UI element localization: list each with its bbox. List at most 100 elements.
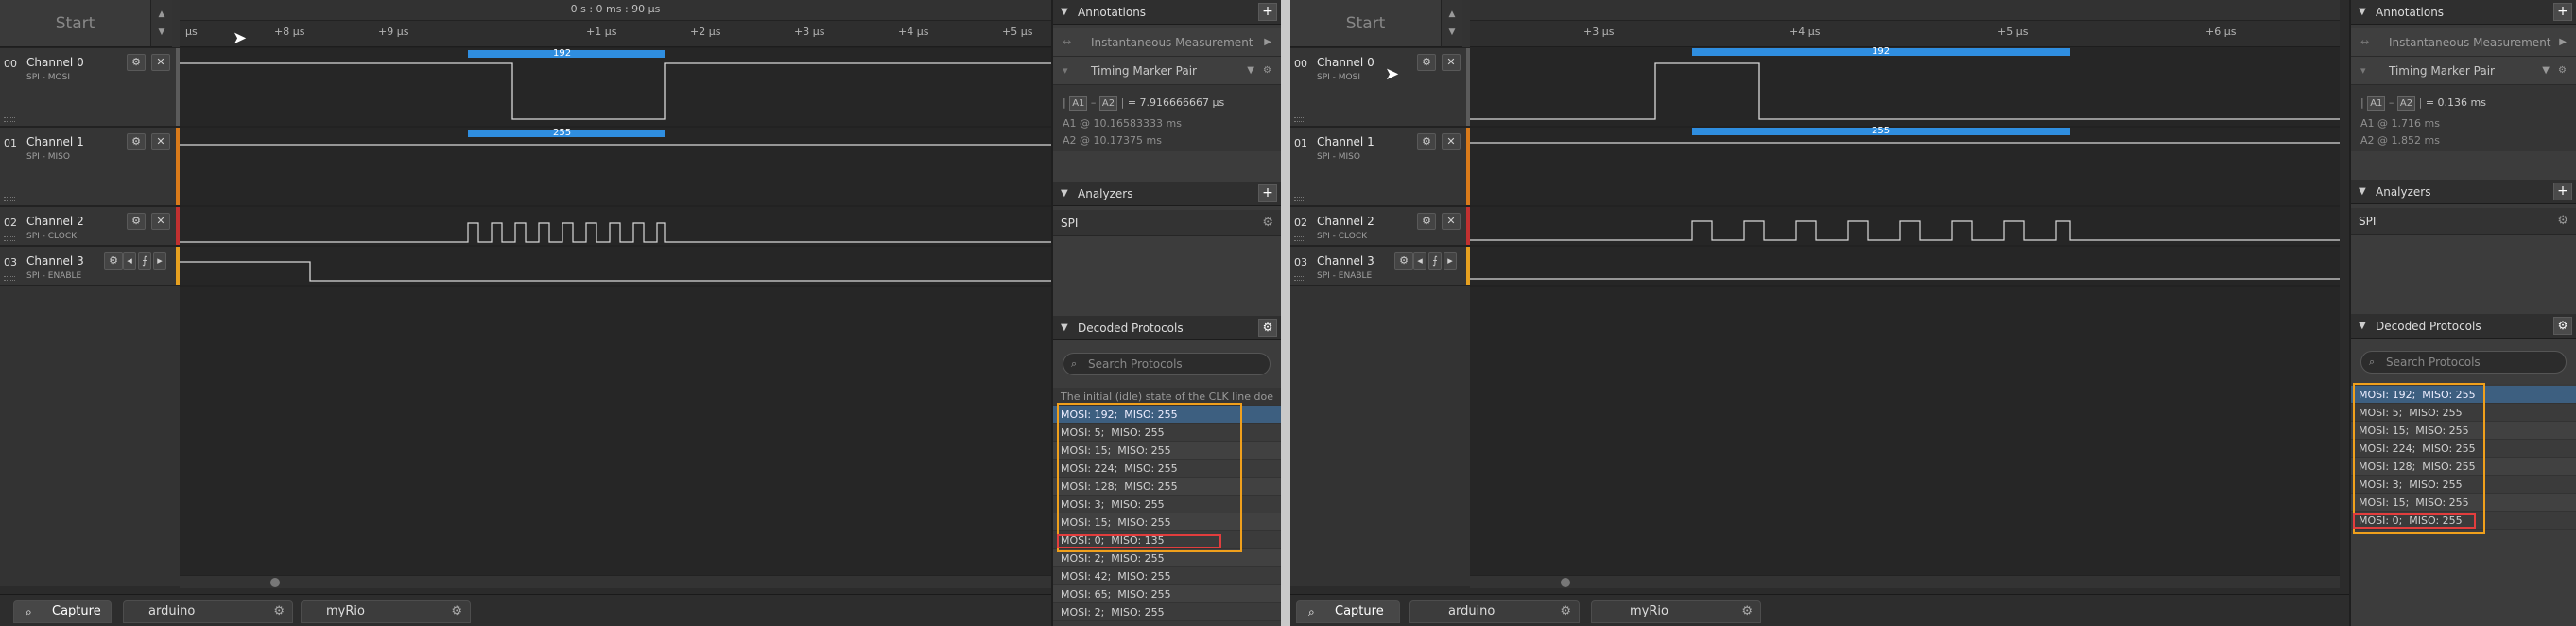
search-protocols-input[interactable]: ⌕ Search Protocols <box>2360 351 2567 374</box>
gear-icon[interactable]: ⚙ <box>1417 133 1436 150</box>
channel-row-3[interactable]: 03 Channel 3 SPI - ENABLE ⚙ ◂ ⨍ ▸ <box>0 246 180 286</box>
scroll-thumb[interactable] <box>270 578 280 587</box>
collapse-triangle-icon[interactable]: ▼ <box>2359 0 2366 25</box>
start-options-arrows[interactable]: ▲ ▼ <box>1442 0 1462 47</box>
list-item[interactable]: MOSI: 15; MISO: 255 <box>2351 422 2576 440</box>
channel-name[interactable]: Channel 0 <box>1317 56 1374 69</box>
channel-name[interactable]: Channel 1 <box>26 135 84 148</box>
trigger-edge-icon[interactable]: ⨍ <box>1428 252 1442 270</box>
channel-name[interactable]: Channel 3 <box>26 254 84 268</box>
waveform-plot[interactable]: +3 µs +4 µs +5 µs +6 µs 192 255 <box>1470 0 2340 586</box>
start-button[interactable]: Start <box>0 0 151 47</box>
list-item[interactable]: MOSI: 65; MISO: 255 <box>1053 585 1281 603</box>
collapse-triangle-icon[interactable]: ▼ <box>2359 180 2366 204</box>
channel-name[interactable]: Channel 0 <box>26 56 84 69</box>
collapse-triangle-icon[interactable]: ▼ <box>1061 0 1068 25</box>
list-item[interactable]: MOSI: 5; MISO: 255 <box>2351 404 2576 422</box>
chevron-up-icon[interactable]: ▲ <box>159 9 165 19</box>
drag-grip-icon[interactable] <box>1294 117 1305 122</box>
drag-grip-icon[interactable] <box>4 197 15 201</box>
drag-grip-icon[interactable] <box>4 117 15 122</box>
list-item-note[interactable]: The initial (idle) state of the CLK line… <box>1053 388 1281 406</box>
list-item[interactable]: MOSI: 5; MISO: 255 <box>1053 424 1281 442</box>
close-icon[interactable]: ✕ <box>1442 213 1461 230</box>
drag-grip-icon[interactable] <box>1294 276 1305 281</box>
chevron-down-icon[interactable]: ▼ <box>159 27 165 37</box>
decoded-protocol-list[interactable]: The initial (idle) state of the CLK line… <box>1053 388 1281 621</box>
timing-marker-pair-row[interactable]: ▾ Timing Marker Pair ▼ ⚙ <box>2351 57 2576 85</box>
tab-myrio[interactable]: myRio ⚙ <box>301 600 471 623</box>
list-item[interactable]: MOSI: 3; MISO: 255 <box>1053 496 1281 513</box>
list-item[interactable]: MOSI: 192; MISO: 255 <box>1053 406 1281 424</box>
analyzer-item-spi[interactable]: SPI ⚙ <box>2351 208 2576 235</box>
instantaneous-measurement-row[interactable]: ↔ Instantaneous Measurement ▶ <box>1053 28 1281 57</box>
trigger-next-icon[interactable]: ▸ <box>153 252 166 270</box>
trigger-prev-icon[interactable]: ◂ <box>1413 252 1426 270</box>
gear-icon[interactable]: ⚙ <box>1741 601 1753 622</box>
horizontal-scrollbar[interactable] <box>180 575 1051 588</box>
list-item[interactable]: MOSI: 0; MISO: 135 <box>1053 531 1281 549</box>
waveform-plot[interactable]: 0 s : 0 ms : 90 µs µs +8 µs +9 µs +1 µs … <box>180 0 1051 586</box>
tab-arduino[interactable]: arduino ⚙ <box>1409 600 1580 623</box>
channel-row-3[interactable]: 03 Channel 3 SPI - ENABLE ⚙ ◂ ⨍ ▸ <box>1290 246 1470 286</box>
gear-icon[interactable]: ⚙ <box>127 54 146 71</box>
gear-icon[interactable]: ⚙ <box>2558 57 2567 85</box>
scroll-thumb[interactable] <box>1561 578 1570 587</box>
channel-row-0[interactable]: 00 Channel 0 SPI - MOSI ⚙ ✕ <box>1290 47 1470 127</box>
gear-icon[interactable]: ⚙ <box>1394 252 1413 270</box>
chevron-down-icon[interactable]: ▼ <box>1247 57 1254 85</box>
channel-row-0[interactable]: 00 Channel 0 SPI - MOSI ⚙ ✕ <box>0 47 180 127</box>
plus-icon[interactable]: + <box>1258 184 1277 202</box>
a2-key[interactable]: A2 <box>1098 96 1118 111</box>
gear-icon[interactable]: ⚙ <box>2553 317 2572 335</box>
gear-icon[interactable]: ⚙ <box>127 133 146 150</box>
tab-myrio[interactable]: myRio ⚙ <box>1591 600 1761 623</box>
channel-name[interactable]: Channel 1 <box>1317 135 1374 148</box>
start-options-arrows[interactable]: ▲ ▼ <box>151 0 172 47</box>
channel-name[interactable]: Channel 3 <box>1317 254 1374 268</box>
chevron-up-icon[interactable]: ▲ <box>1449 9 1456 19</box>
list-item[interactable]: MOSI: 15; MISO: 255 <box>1053 513 1281 531</box>
start-button[interactable]: Start <box>1290 0 1442 47</box>
gear-icon[interactable]: ⚙ <box>1417 213 1436 230</box>
gear-icon[interactable]: ⚙ <box>1560 601 1571 622</box>
plus-icon[interactable]: + <box>2553 3 2572 21</box>
collapse-triangle-icon[interactable]: ▼ <box>1061 182 1068 206</box>
list-item[interactable]: MOSI: 3; MISO: 255 <box>2351 476 2576 494</box>
chevron-right-icon[interactable]: ▶ <box>2559 28 2567 57</box>
gear-icon[interactable]: ⚙ <box>104 252 123 270</box>
plus-icon[interactable]: + <box>1258 3 1277 21</box>
channel-name[interactable]: Channel 2 <box>26 215 84 228</box>
gear-icon[interactable]: ⚙ <box>2557 208 2568 235</box>
annotations-header[interactable]: ▼ Annotations + <box>2351 0 2576 25</box>
channel-row-1[interactable]: 01 Channel 1 SPI - MISO ⚙ ✕ <box>1290 127 1470 206</box>
drag-grip-icon[interactable] <box>1294 236 1305 241</box>
tab-arduino[interactable]: arduino ⚙ <box>123 600 293 623</box>
a1-key[interactable]: A1 <box>2367 96 2386 111</box>
trigger-edge-icon[interactable]: ⨍ <box>138 252 151 270</box>
chevron-down-icon[interactable]: ▼ <box>2542 57 2550 85</box>
chevron-down-icon[interactable]: ▼ <box>1449 27 1456 37</box>
search-protocols-input[interactable]: ⌕ Search Protocols <box>1063 353 1271 375</box>
drag-grip-icon[interactable] <box>4 236 15 241</box>
list-item[interactable]: MOSI: 42; MISO: 255 <box>1053 567 1281 585</box>
close-icon[interactable]: ✕ <box>151 133 170 150</box>
close-icon[interactable]: ✕ <box>151 54 170 71</box>
list-item[interactable]: MOSI: 128; MISO: 255 <box>2351 458 2576 476</box>
gear-icon[interactable]: ⚙ <box>273 601 285 622</box>
channel-row-2[interactable]: 02 Channel 2 SPI - CLOCK ⚙ ✕ <box>1290 206 1470 246</box>
a2-key[interactable]: A2 <box>2396 96 2416 111</box>
close-icon[interactable]: ✕ <box>1442 133 1461 150</box>
gear-icon[interactable]: ⚙ <box>1258 319 1277 337</box>
plus-icon[interactable]: + <box>2553 183 2572 200</box>
timing-marker-pair-row[interactable]: ▾ Timing Marker Pair ▼ ⚙ <box>1053 57 1281 85</box>
list-item[interactable]: MOSI: 128; MISO: 255 <box>1053 478 1281 496</box>
list-item[interactable]: MOSI: 15; MISO: 255 <box>1053 442 1281 460</box>
close-icon[interactable]: ✕ <box>1442 54 1461 71</box>
tab-capture[interactable]: ⌕ Capture <box>1296 600 1400 623</box>
list-item[interactable]: MOSI: 15; MISO: 255 <box>2351 494 2576 512</box>
gear-icon[interactable]: ⚙ <box>127 213 146 230</box>
analyzers-header[interactable]: ▼ Analyzers + <box>2351 180 2576 204</box>
trigger-next-icon[interactable]: ▸ <box>1444 252 1457 270</box>
drag-grip-icon[interactable] <box>4 276 15 281</box>
